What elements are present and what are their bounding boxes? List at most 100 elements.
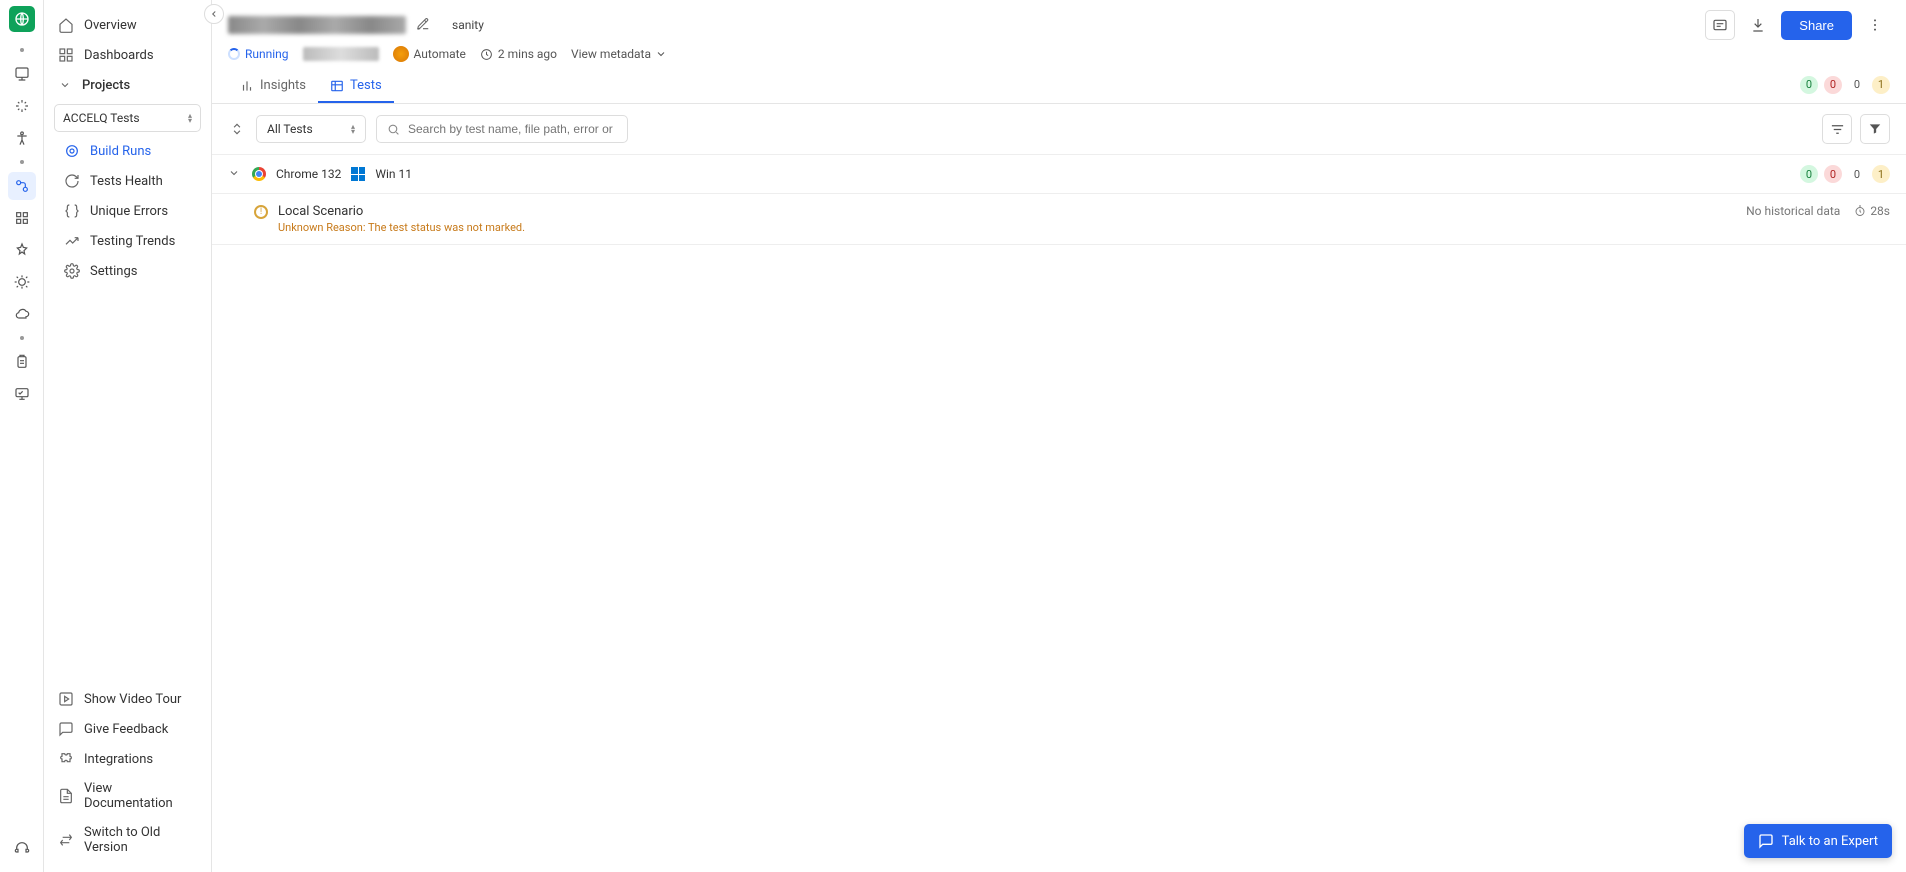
sidebar-collapse-button[interactable] [204, 4, 224, 24]
time-ago: 2 mins ago [480, 47, 557, 61]
annotate-button[interactable] [1705, 10, 1735, 40]
stopwatch-icon [1854, 205, 1866, 217]
sidebar-label: Unique Errors [90, 204, 168, 219]
rail-cloud-icon[interactable] [8, 300, 36, 328]
rail-monitor-icon[interactable] [8, 380, 36, 408]
sidebar-unique-errors[interactable]: Unique Errors [44, 196, 211, 226]
sidebar-label: Give Feedback [84, 722, 168, 737]
sidebar-projects-header[interactable]: Projects [44, 70, 211, 100]
updown-icon: ▴▾ [188, 113, 192, 123]
talk-to-expert-button[interactable]: Talk to an Expert [1744, 824, 1892, 858]
tab-tests[interactable]: Tests [318, 70, 394, 103]
group-counts: 0 0 0 1 [1800, 165, 1890, 183]
header-row: sanity Share [212, 0, 1906, 40]
sidebar-label: Build Runs [90, 144, 151, 159]
rail-apps-icon[interactable] [8, 204, 36, 232]
test-duration: 28s [1854, 204, 1890, 218]
tests-filter-select[interactable]: All Tests ▴▾ [256, 115, 366, 143]
puzzle-icon [58, 751, 74, 767]
braces-icon [64, 203, 80, 219]
sidebar-integrations[interactable]: Integrations [44, 744, 211, 774]
sidebar-label: Overview [84, 18, 137, 33]
sidebar-label: Switch to Old Version [84, 825, 197, 855]
test-row[interactable]: ! Local Scenario Unknown Reason: The tes… [212, 194, 1906, 245]
sidebar-testing-trends[interactable]: Testing Trends [44, 226, 211, 256]
count-fail: 0 [1824, 165, 1842, 183]
download-button[interactable] [1743, 10, 1773, 40]
tab-label: Insights [260, 78, 306, 93]
rail-clipboard-icon[interactable] [8, 348, 36, 376]
count-unknown: 1 [1872, 165, 1890, 183]
rail-separator [20, 48, 24, 52]
sidebar-label: Tests Health [90, 174, 163, 189]
rail-add-icon[interactable] [8, 236, 36, 264]
clock-icon [480, 48, 493, 61]
rail-headset-icon[interactable] [8, 834, 36, 862]
refresh-icon [64, 173, 80, 189]
sidebar-dashboards[interactable]: Dashboards [44, 40, 211, 70]
home-icon [58, 17, 74, 33]
search-icon [387, 123, 400, 136]
icon-rail [0, 0, 44, 872]
count-skip: 0 [1848, 76, 1866, 94]
duration-text: 28s [1870, 204, 1890, 218]
file-icon [58, 788, 74, 804]
chevron-down-icon [655, 48, 667, 60]
count-fail: 0 [1824, 76, 1842, 94]
rail-accessibility-icon[interactable] [8, 124, 36, 152]
sort-button[interactable] [1822, 114, 1852, 144]
search-input[interactable] [408, 122, 617, 136]
rail-separator [20, 160, 24, 164]
sidebar-tests-health[interactable]: Tests Health [44, 166, 211, 196]
automate-badge: Automate [393, 46, 466, 62]
build-title-redacted [228, 16, 406, 34]
sidebar: Overview Dashboards Projects ACCELQ Test… [44, 0, 212, 872]
sidebar-label: View Documentation [84, 781, 197, 811]
updown-icon: ▴▾ [351, 124, 355, 134]
spinner-icon [228, 48, 240, 60]
sidebar-label: Testing Trends [90, 234, 175, 249]
chevron-down-icon[interactable] [228, 167, 242, 181]
filter-button[interactable] [1860, 114, 1890, 144]
rail-observability-icon[interactable] [8, 172, 36, 200]
windows-icon [351, 167, 365, 181]
swap-icon [58, 832, 74, 848]
warning-icon: ! [254, 205, 268, 219]
sidebar-video-tour[interactable]: Show Video Tour [44, 684, 211, 714]
project-selector[interactable]: ACCELQ Tests ▴▾ [54, 104, 201, 132]
meta-row: Running Automate 2 mins ago View metadat… [212, 40, 1906, 70]
select-label: All Tests [267, 122, 313, 136]
project-name: ACCELQ Tests [63, 111, 140, 125]
sidebar-settings[interactable]: Settings [44, 256, 211, 286]
view-metadata-button[interactable]: View metadata [571, 47, 667, 61]
tab-insights[interactable]: Insights [228, 70, 318, 103]
search-box[interactable] [376, 115, 628, 143]
sidebar-docs[interactable]: View Documentation [44, 774, 211, 818]
sidebar-switch-old[interactable]: Switch to Old Version [44, 818, 211, 862]
collapse-all-button[interactable] [228, 120, 246, 138]
message-icon [58, 721, 74, 737]
chevron-down-icon [58, 77, 72, 93]
browser-label: Chrome 132 [276, 167, 341, 181]
sidebar-build-runs[interactable]: Build Runs [44, 136, 211, 166]
automate-label: Automate [414, 47, 466, 61]
rail-bug-icon[interactable] [8, 268, 36, 296]
edit-icon[interactable] [416, 17, 432, 33]
count-pass: 0 [1800, 76, 1818, 94]
test-group-row[interactable]: Chrome 132 Win 11 0 0 0 1 [212, 155, 1906, 194]
tab-label: Tests [350, 78, 382, 93]
sidebar-feedback[interactable]: Give Feedback [44, 714, 211, 744]
brand-logo[interactable] [9, 6, 35, 32]
trend-icon [64, 233, 80, 249]
status-text: Running [245, 47, 289, 61]
sidebar-label: Show Video Tour [84, 692, 181, 707]
more-menu-button[interactable] [1860, 10, 1890, 40]
rail-sparkle-icon[interactable] [8, 92, 36, 120]
sidebar-overview[interactable]: Overview [44, 10, 211, 40]
share-button[interactable]: Share [1781, 11, 1852, 40]
chat-label: Talk to an Expert [1782, 834, 1878, 849]
play-square-icon [58, 691, 74, 707]
sidebar-label: Projects [82, 78, 130, 93]
time-text: 2 mins ago [498, 47, 557, 61]
rail-dashboard-icon[interactable] [8, 60, 36, 88]
